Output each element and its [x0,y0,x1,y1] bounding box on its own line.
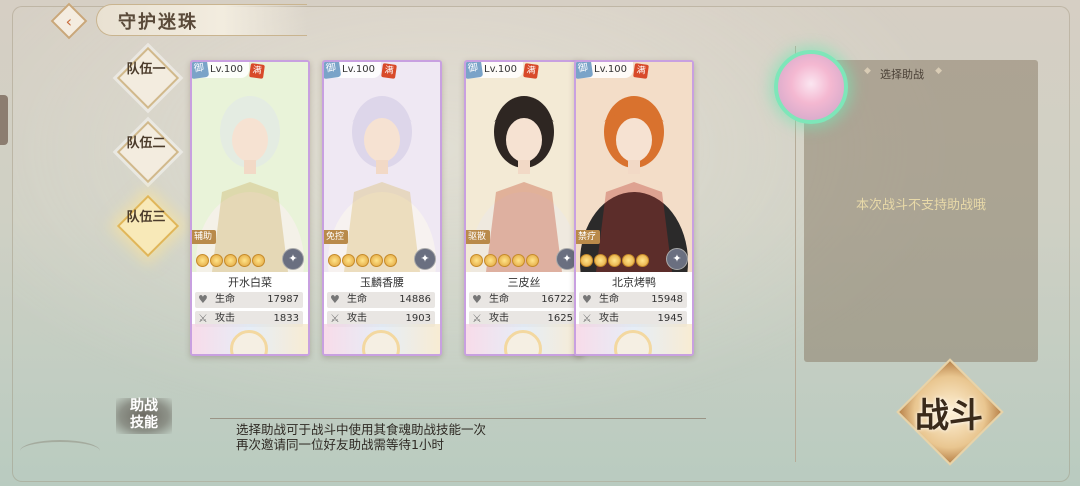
hp-value: 16722 [541,294,573,305]
character-card[interactable]: Lv.100 御 满 禁疗 ✦ 北京烤鸭 ♥ 生命 15948 ⚔ 攻击 194… [574,60,694,356]
skill-divider [210,418,706,419]
side-handle[interactable] [0,95,8,145]
character-name: 三皮丝 [507,276,541,289]
hp-label: 生命 [599,294,619,305]
star-icon [512,254,525,267]
hp-value: 14886 [399,294,431,305]
star-icon [196,254,209,267]
decorative-curve [20,440,100,462]
character-name: 北京烤鸭 [612,276,656,289]
heart-icon: ♥ [198,293,208,306]
max-level-tag: 满 [633,63,649,79]
star-icon [594,254,607,267]
skill-desc-line1: 选择助战可于战斗中使用其食魂助战技能一次 [236,422,487,437]
star-icon [608,254,621,267]
character-card[interactable]: Lv.100 御 满 免控 ✦ 玉麟香腰 ♥ 生命 14886 ⚔ 攻击 190… [322,60,442,356]
star-rating [470,254,539,267]
role-tag: 免控 [324,230,349,244]
defense-tag: 御 [192,62,210,80]
hp-label: 生命 [215,294,235,305]
tab-team-2-label: 队伍二 [126,136,166,151]
back-arrow-icon: ‹ [65,11,73,31]
assist-title: 选择助战 [864,66,942,82]
defense-tag: 御 [576,62,594,80]
assist-skill-label-line2: 技能 [130,415,158,431]
character-card[interactable]: Lv.100 御 满 驱散 ✦ 三皮丝 ♥ 生命 16722 ⚔ 攻击 1625 [464,60,584,356]
star-icon [384,254,397,267]
heart-icon: ♥ [472,293,482,306]
star-icon [224,254,237,267]
defense-tag: 御 [324,62,342,80]
star-rating [328,254,397,267]
element-icon: ✦ [282,248,304,270]
element-icon: ✦ [666,248,688,270]
skill-description: 选择助战可于战斗中使用其食魂助战技能一次 再次邀请同一位好友助战需等待1小时 [236,422,486,452]
assist-select-orb[interactable] [774,50,848,124]
role-tag: 辅助 [192,230,217,244]
page-title: 守护迷珠 [118,12,198,33]
character-card[interactable]: Lv.100 御 满 辅助 ✦ 开水白菜 ♥ 生命 17987 ⚔ 攻击 183… [190,60,310,356]
element-icon: ✦ [414,248,436,270]
star-icon [484,254,497,267]
hp-label: 生命 [347,294,367,305]
fight-button-label: 战斗 [915,396,983,436]
star-rating [580,254,649,267]
tab-team-3-label: 队伍三 [126,210,166,225]
role-tag: 禁疗 [576,230,601,244]
defense-tag: 御 [466,62,484,80]
heart-icon: ♥ [582,293,592,306]
star-icon [210,254,223,267]
star-icon [252,254,265,267]
star-icon [580,254,593,267]
tab-team-1-label: 队伍一 [126,62,166,77]
star-icon [526,254,539,267]
assist-skill-label-line1: 助战 [130,398,158,414]
hp-row: ♥ 生命 17987 [195,292,303,308]
star-icon [470,254,483,267]
star-icon [238,254,251,267]
assist-message: 本次战斗不支持助战哦 [855,198,986,213]
max-level-tag: 满 [249,63,265,79]
star-icon [622,254,635,267]
hp-row: ♥ 生命 15948 [579,292,687,308]
star-icon [370,254,383,267]
max-level-tag: 满 [381,63,397,79]
star-icon [328,254,341,267]
role-tag: 驱散 [466,230,491,244]
hp-row: ♥ 生命 16722 [469,292,577,308]
star-icon [636,254,649,267]
character-name: 玉麟香腰 [360,276,404,289]
skill-desc-line2: 再次邀请同一位好友助战需等待1小时 [236,437,444,452]
hp-label: 生命 [489,294,509,305]
star-rating [196,254,265,267]
hp-value: 15948 [651,294,683,305]
star-icon [498,254,511,267]
star-icon [342,254,355,267]
hp-row: ♥ 生命 14886 [327,292,435,308]
hp-value: 17987 [267,294,299,305]
heart-icon: ♥ [330,293,340,306]
assist-skill-label: 助战 技能 [116,398,172,434]
max-level-tag: 满 [523,63,539,79]
character-name: 开水白菜 [228,276,272,289]
star-icon [356,254,369,267]
